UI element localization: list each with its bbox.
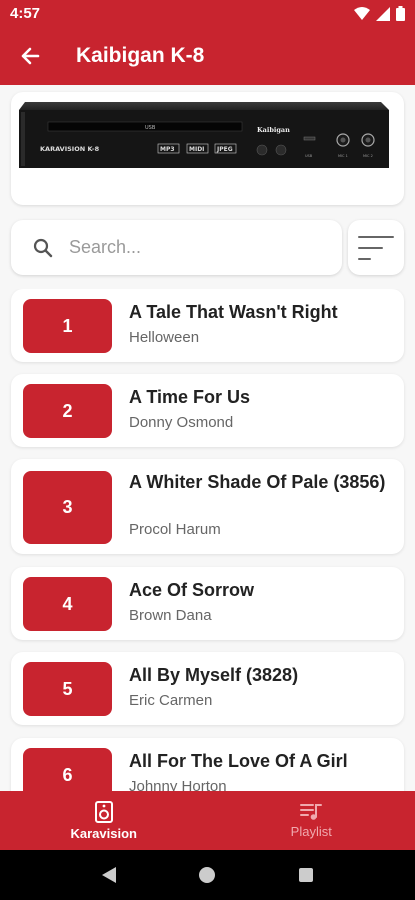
song-number-badge: 6	[23, 748, 112, 791]
song-title: A Time For Us	[129, 387, 251, 407]
nav-karavision-label: Karavision	[70, 825, 137, 841]
search-bar[interactable]	[11, 220, 342, 275]
sort-icon	[358, 235, 394, 260]
song-artist: Johnny Horton	[129, 778, 227, 791]
nav-karavision[interactable]: Karavision	[0, 791, 208, 850]
svg-text:Kaibigan: Kaibigan	[257, 126, 290, 134]
home-circle-icon[interactable]	[198, 866, 216, 884]
back-triangle-icon[interactable]	[101, 866, 117, 884]
battery-icon	[396, 6, 405, 21]
song-title: Ace Of Sorrow	[129, 580, 255, 600]
signal-icon	[376, 6, 390, 21]
song-number-badge: 2	[23, 384, 112, 438]
page-title: Kaibigan K-8	[76, 44, 205, 67]
sort-filter-button[interactable]	[348, 220, 404, 275]
song-title: All For The Love Of A Girl	[129, 751, 348, 771]
song-title: A Tale That Wasn't Right	[129, 302, 338, 322]
playlist-icon	[300, 803, 323, 820]
song-number-badge: 3	[23, 471, 112, 544]
song-artist: Procol Harum	[129, 521, 221, 538]
svg-text:JPEG: JPEG	[216, 146, 233, 153]
list-item[interactable]: 6 All For The Love Of A Girl Johnny Hort…	[11, 738, 404, 791]
svg-text:MIC 1: MIC 1	[338, 154, 348, 158]
song-list: 1 A Tale That Wasn't Right Helloween 2 A…	[0, 289, 415, 791]
song-artist: Helloween	[129, 329, 200, 346]
status-bar: 4:57	[0, 0, 415, 27]
back-button[interactable]	[0, 27, 60, 85]
recents-square-icon[interactable]	[298, 867, 314, 883]
list-item[interactable]: 5 All By Myself (3828) Eric Carmen	[11, 652, 404, 725]
device-brand-text: KARAVISION K-8	[40, 145, 100, 153]
karaoke-player-image: USB KARAVISION K-8 MP3 MIDI JPEG Kaibiga…	[19, 102, 389, 168]
svg-text:USB: USB	[145, 125, 156, 131]
nav-playlist-label: Playlist	[290, 823, 332, 839]
list-item[interactable]: 3 A Whiter Shade Of Pale (3856) Procol H…	[11, 459, 404, 554]
svg-text:MIC 2: MIC 2	[363, 154, 373, 158]
nav-playlist[interactable]: Playlist	[208, 791, 415, 850]
status-time: 4:57	[10, 5, 41, 22]
song-title: A Whiter Shade Of Pale (3856)	[129, 472, 386, 492]
song-number-badge: 1	[23, 299, 112, 353]
search-icon	[33, 238, 53, 257]
search-input[interactable]	[69, 237, 299, 258]
list-item[interactable]: 2 A Time For Us Donny Osmond	[11, 374, 404, 447]
svg-text:MP3: MP3	[160, 146, 175, 153]
song-number-badge: 5	[23, 662, 112, 716]
song-artist: Donny Osmond	[129, 414, 234, 431]
list-item[interactable]: 1 A Tale That Wasn't Right Helloween	[11, 289, 404, 362]
device-image-card: USB KARAVISION K-8 MP3 MIDI JPEG Kaibiga…	[11, 92, 404, 205]
bottom-navigation: Karavision Playlist	[0, 791, 415, 850]
status-icons	[354, 6, 405, 21]
song-artist: Brown Dana	[129, 607, 212, 624]
app-bar: Kaibigan K-8	[0, 27, 415, 85]
song-artist: Eric Carmen	[129, 692, 213, 709]
song-number-badge: 4	[23, 577, 112, 631]
system-navigation-bar	[0, 850, 415, 900]
svg-text:USB: USB	[305, 154, 313, 158]
speaker-icon	[94, 800, 113, 823]
song-title: All By Myself (3828)	[129, 665, 299, 685]
arrow-back-icon	[21, 47, 40, 65]
wifi-icon	[354, 6, 370, 20]
svg-text:MIDI: MIDI	[189, 146, 204, 153]
list-item[interactable]: 4 Ace Of Sorrow Brown Dana	[11, 567, 404, 640]
